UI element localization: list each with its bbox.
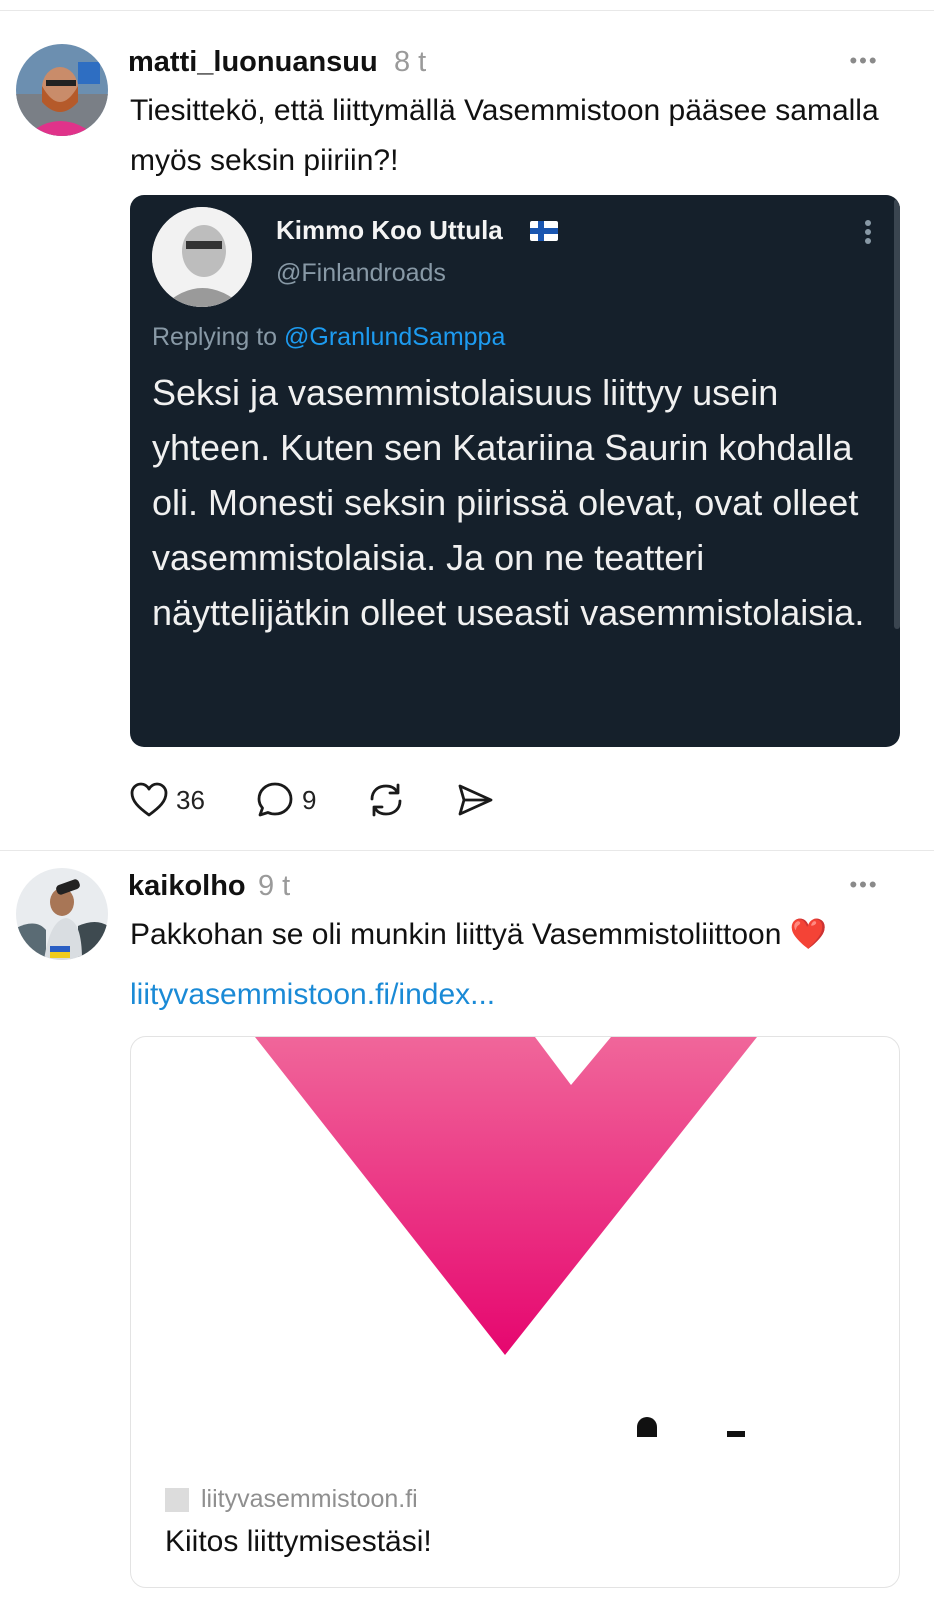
avatar[interactable] — [16, 868, 108, 960]
quoted-avatar — [152, 207, 252, 307]
card-domain-row: liityvasemmistoon.fi — [165, 1485, 418, 1514]
like-button[interactable]: 36 — [130, 778, 205, 822]
card-title: Kiitos liittymisestäsi! — [165, 1525, 432, 1558]
share-button[interactable] — [456, 778, 494, 822]
quoted-handle: @Finlandroads — [276, 259, 446, 287]
avatar-image — [16, 868, 108, 960]
quoted-body: Seksi ja vasemmistolaisuus liittyy usein… — [152, 372, 865, 633]
quoted-name: Kimmo Koo Uttula — [276, 215, 503, 245]
link-preview-card[interactable]: liityvasemmistoon.fi Kiitos liittymisest… — [130, 1036, 900, 1588]
username[interactable]: kaikolho — [128, 870, 246, 903]
heart-icon — [130, 782, 168, 818]
post-text: Pakkohan se oli munkin liittyä Vasemmist… — [130, 918, 828, 951]
finland-flag-icon — [530, 221, 558, 246]
repost-icon — [366, 781, 406, 819]
quoted-tweet-image[interactable]: Kimmo Koo Uttula @Finlandroads Replying … — [130, 195, 900, 747]
timestamp: 8 t — [394, 46, 427, 78]
send-icon — [456, 782, 494, 818]
replying-to-handle: @GranlundSamppa — [284, 323, 506, 351]
vasemmisto-logo-icon — [255, 1037, 757, 1437]
post-text: Tiesittekö, että liittymällä Vasemmistoo… — [130, 94, 879, 177]
like-count: 36 — [176, 784, 205, 815]
quoted-replying-to: Replying to @GranlundSamppa — [152, 323, 505, 352]
post-link[interactable]: liityvasemmistoon.fi/index... — [130, 978, 495, 1012]
replying-prefix: Replying to — [152, 323, 285, 351]
avatar-image — [16, 44, 108, 136]
more-options-icon[interactable]: ••• — [844, 870, 884, 900]
reply-button[interactable]: 9 — [256, 778, 316, 822]
more-options-icon[interactable]: ••• — [844, 46, 884, 76]
post-divider — [0, 850, 934, 851]
reply-count: 9 — [302, 784, 317, 815]
username[interactable]: matti_luonuansuu — [128, 46, 378, 79]
speech-bubble-icon — [256, 781, 294, 819]
timestamp: 9 t — [258, 870, 291, 902]
quoted-scrollbar — [894, 199, 900, 629]
avatar[interactable] — [16, 44, 108, 136]
top-divider — [0, 10, 934, 11]
link-preview-image — [131, 1037, 899, 1467]
quoted-menu-icon — [862, 219, 874, 245]
card-domain: liityvasemmistoon.fi — [201, 1485, 418, 1513]
repost-button[interactable] — [366, 778, 406, 822]
favicon-icon — [165, 1487, 189, 1512]
quoted-avatar-image — [152, 207, 252, 307]
